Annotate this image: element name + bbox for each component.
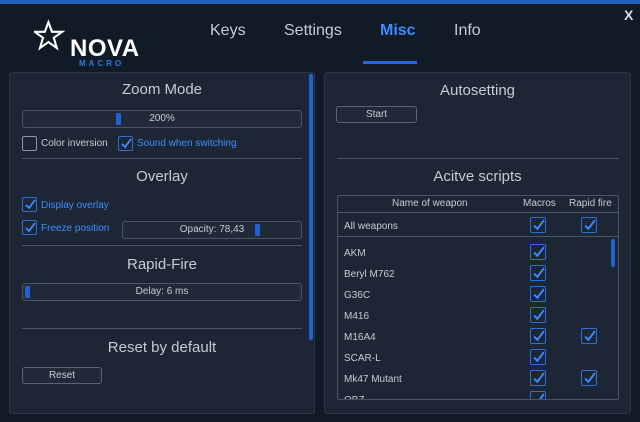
rapid-fire-title: Rapid-Fire <box>126 256 198 273</box>
checkmark-icon <box>25 222 36 233</box>
checkmark-icon <box>533 372 545 384</box>
display-overlay-checkbox[interactable] <box>22 197 37 212</box>
weapon-macros-checkbox[interactable] <box>530 265 546 281</box>
tab-settings[interactable]: Settings <box>284 22 342 40</box>
zoom-slider-label: 200% <box>149 113 175 124</box>
display-overlay-label: Display overlay <box>41 200 109 211</box>
logo-subtext: MACRO <box>79 59 125 68</box>
all-weapons-rapid-checkbox[interactable] <box>581 217 597 233</box>
checkmark-icon <box>25 199 36 210</box>
checkmark-icon <box>533 309 545 321</box>
divider <box>22 245 302 246</box>
divider <box>337 158 619 159</box>
weapon-row-label: Beryl M762 <box>344 269 395 280</box>
table-scrollbar[interactable] <box>611 239 615 267</box>
opacity-slider[interactable]: Opacity: 78,43 <box>122 221 302 239</box>
zoom-slider[interactable]: 200% <box>22 110 302 128</box>
checkmark-icon <box>533 219 545 231</box>
zoom-mode-title: Zoom Mode <box>121 81 203 98</box>
freeze-position-checkbox[interactable] <box>22 220 37 235</box>
checkmark-icon <box>533 246 545 258</box>
all-weapons-macros-checkbox[interactable] <box>530 217 546 233</box>
checkmark-icon <box>584 330 596 342</box>
delay-slider-label: Delay: 6 ms <box>135 286 189 297</box>
active-scripts-title: Acitve scripts <box>433 168 522 185</box>
checkmark-icon <box>584 219 596 231</box>
delay-slider[interactable]: Delay: 6 ms <box>22 283 302 301</box>
column-header-rapid-fire: Rapid fire <box>569 198 612 209</box>
weapon-macros-checkbox[interactable] <box>530 370 546 386</box>
overlay-title: Overlay <box>136 168 188 185</box>
color-inversion-checkbox[interactable] <box>22 136 37 151</box>
autosetting-title: Autosetting <box>439 82 516 99</box>
weapons-table: Name of weapon Macros Rapid fire All wea… <box>337 195 619 400</box>
checkmark-icon <box>121 138 132 149</box>
checkmark-icon <box>533 330 545 342</box>
column-header-macros: Macros <box>523 198 556 209</box>
weapon-row-label: SCAR-L <box>344 353 381 364</box>
opacity-slider-knob[interactable] <box>255 224 260 236</box>
freeze-position-label: Freeze position <box>41 223 110 234</box>
weapon-row-label: M416 <box>344 311 370 322</box>
close-button[interactable]: X <box>624 7 633 23</box>
divider <box>22 158 302 159</box>
weapon-row-label: Mk47 Mutant <box>344 374 402 385</box>
tab-info[interactable]: Info <box>454 22 481 40</box>
checkmark-icon <box>534 393 545 399</box>
checkmark-icon <box>533 267 545 279</box>
all-weapons-label: All weapons <box>344 221 398 232</box>
tab-keys[interactable]: Keys <box>210 22 246 40</box>
active-tab-indicator <box>363 61 417 64</box>
weapon-row-label: G36C <box>344 290 371 301</box>
weapon-row-label: M16A4 <box>344 332 376 343</box>
sound-switching-checkbox[interactable] <box>118 136 133 151</box>
reset-title: Reset by default <box>107 339 217 356</box>
weapon-rapid-checkbox[interactable] <box>581 370 597 386</box>
checkmark-icon <box>584 372 596 384</box>
weapon-row-label: AKM <box>344 248 366 259</box>
weapon-macros-checkbox[interactable] <box>530 328 546 344</box>
checkmark-icon <box>533 288 545 300</box>
weapon-macros-checkbox[interactable] <box>530 391 546 399</box>
weapon-macros-checkbox[interactable] <box>530 349 546 365</box>
color-inversion-label: Color inversion <box>41 138 108 149</box>
tab-misc[interactable]: Misc <box>380 22 416 40</box>
start-button[interactable]: Start <box>336 106 417 123</box>
opacity-slider-label: Opacity: 78,43 <box>179 224 245 235</box>
left-panel-scrollbar[interactable] <box>309 74 313 340</box>
weapon-macros-checkbox[interactable] <box>530 244 546 260</box>
sound-switching-label: Sound when switching <box>137 138 237 149</box>
checkmark-icon <box>533 351 545 363</box>
column-header-name: Name of weapon <box>392 198 468 209</box>
table-header-divider <box>338 212 618 213</box>
weapon-macros-checkbox[interactable] <box>530 307 546 323</box>
table-divider <box>338 236 618 237</box>
divider <box>22 328 302 329</box>
reset-button[interactable]: Reset <box>22 367 102 384</box>
weapon-macros-checkbox[interactable] <box>530 286 546 302</box>
weapon-row-label: QBZ <box>344 395 365 399</box>
weapon-rapid-checkbox[interactable] <box>581 328 597 344</box>
